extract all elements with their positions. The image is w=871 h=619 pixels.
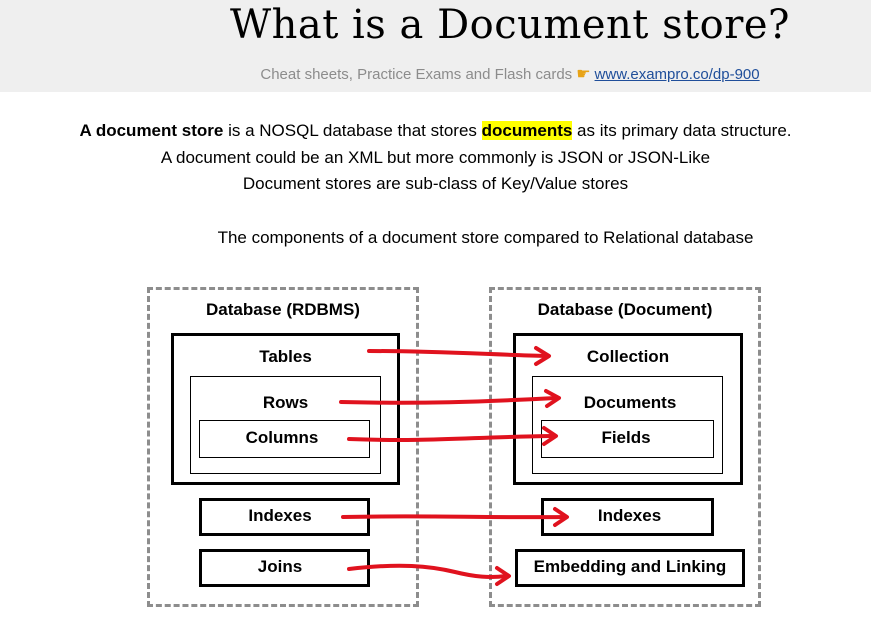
mapping-arrows [339,346,569,586]
arrow-tables-to-collection [367,349,548,358]
arrow-columns-to-fields [347,434,555,442]
arrow-indexes-to-indexes [341,514,566,520]
arrow-joins-to-embedding [347,563,508,579]
arrow-rows-to-documents [339,396,558,405]
